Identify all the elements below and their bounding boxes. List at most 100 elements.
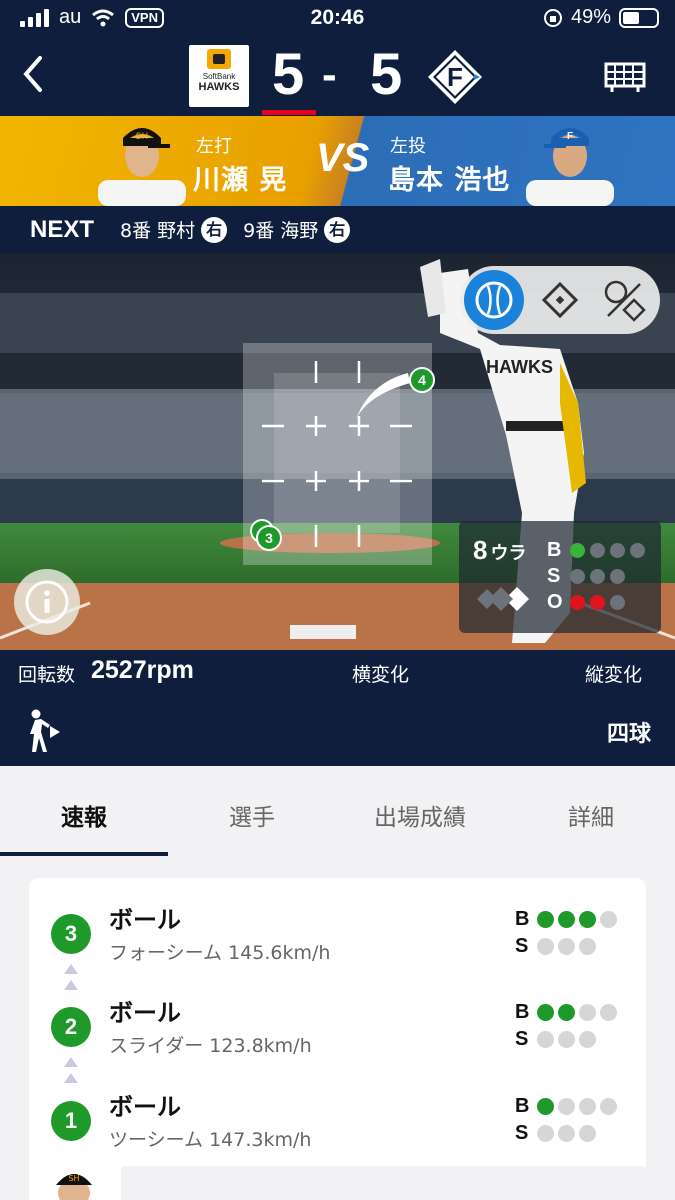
strike-dot (579, 1031, 596, 1048)
ball-dot (558, 911, 575, 928)
next-batter-2-name: 9番 海野 (243, 220, 319, 242)
vertical-break-label: 縦変化 (585, 664, 643, 686)
strike-count: S (547, 565, 625, 588)
inning-indicator: 8 ウラ (473, 535, 526, 566)
svg-text:HAWKS: HAWKS (486, 357, 553, 377)
scoreboard-icon[interactable] (604, 58, 646, 94)
ball-dot (579, 1004, 596, 1021)
strike-dot (537, 1125, 554, 1142)
ball-dot-2 (590, 543, 605, 558)
ball-dot (600, 1098, 617, 1115)
ball-dot (600, 911, 617, 928)
pitch-view: HAWKS 4 3 8 ウラ B S O (0, 253, 675, 650)
pitch-item[interactable]: 2 ボール スライダー 123.8km/h B S (29, 991, 646, 1071)
pitch-detail: フォーシーム 145.6km/h (109, 942, 331, 964)
next-label: NEXT (30, 215, 95, 243)
pitcher-photo[interactable]: F (526, 120, 614, 206)
active-tab-indicator (0, 852, 168, 856)
strike-dot (558, 938, 575, 955)
pitch-item[interactable]: 3 ボール フォーシーム 145.6km/h B S (29, 898, 646, 978)
orientation-lock-icon (543, 8, 562, 27)
bases-diamond-icon (477, 587, 529, 611)
view-toggle (460, 266, 660, 334)
ball-dot-3 (610, 543, 625, 558)
next-batter-2-hand: 右 (324, 216, 351, 243)
pitch-number: 3 (51, 914, 91, 954)
sequence-arrow-icon (64, 1057, 78, 1083)
batter-hand: 左打 (196, 136, 232, 157)
player-avatar[interactable]: SH (48, 1163, 100, 1200)
strike-dot (558, 1031, 575, 1048)
away-team-logo[interactable]: F (426, 48, 484, 106)
home-logo-small-text: SoftBank (202, 72, 236, 81)
strike-label: S (515, 1122, 529, 1144)
batting-team-indicator (262, 110, 316, 115)
score-header: SoftBank HAWKS 5 - 5 F (0, 38, 675, 116)
pitch-result: ボール (109, 906, 181, 934)
next-batter-2[interactable]: 9番 海野 右 (243, 216, 351, 243)
view-field-button[interactable] (530, 270, 590, 330)
hawks-mark-icon (207, 49, 231, 69)
pitch-marker-3-label: 3 (265, 530, 273, 546)
ball-dot (537, 911, 554, 928)
chevron-left-icon[interactable] (18, 54, 48, 94)
battery-percent: 49% (570, 6, 611, 28)
batter-name[interactable]: 川瀬 晃 (193, 158, 287, 197)
ball-dot-4 (630, 543, 645, 558)
pitcher-hand: 左投 (390, 136, 426, 157)
pitch-count: B S (515, 999, 617, 1053)
ball-dot (579, 1098, 596, 1115)
pitch-item[interactable]: 1 ボール ツーシーム 147.3km/h B S (29, 1085, 646, 1165)
pitch-count: B S (515, 906, 617, 960)
ball-dot (537, 1098, 554, 1115)
info-button[interactable] (14, 569, 80, 635)
ball-dot-1 (570, 543, 585, 558)
horizontal-break-label: 横変化 (352, 664, 410, 686)
view-pitch-button[interactable] (464, 270, 524, 330)
spin-rate-label: 回転数 (18, 664, 76, 686)
pitch-marker-4[interactable]: 4 (407, 365, 437, 395)
pitch-detail: ツーシーム 147.3km/h (109, 1129, 312, 1151)
at-bat-result: 四球 (607, 722, 652, 747)
tab-stats[interactable]: 出場成績 (336, 766, 504, 856)
battery-icon (619, 7, 659, 28)
out-dot-2 (590, 595, 605, 610)
pitch-result: ボール (109, 999, 181, 1027)
away-score: 5 (370, 42, 403, 107)
tab-details[interactable]: 詳細 (507, 766, 675, 856)
next-batters-bar: NEXT 8番 野村 右 9番 海野 右 (0, 206, 675, 253)
away-logo-text: F (447, 62, 463, 92)
pitch-result: ボール (109, 1093, 181, 1121)
pitch-info-bar: 回転数 2527rpm 横変化 縦変化 四球 (0, 650, 675, 766)
next-batter-1-name: 8番 野村 (120, 220, 196, 242)
svg-text:SH: SH (68, 1174, 79, 1183)
ball-label: B (547, 539, 562, 561)
home-logo-big-text: HAWKS (198, 81, 240, 93)
strike-dot-2 (590, 569, 605, 584)
ball-dot (579, 911, 596, 928)
vs-label: VS (316, 136, 370, 180)
info-icon (25, 580, 69, 624)
next-event-card[interactable] (121, 1166, 646, 1200)
svg-text:F: F (567, 131, 573, 142)
pitch-detail: スライダー 123.8km/h (109, 1035, 312, 1057)
batter-photo[interactable]: SH (98, 120, 186, 206)
strike-label: S (515, 935, 529, 957)
strike-dot (537, 938, 554, 955)
pitch-marker-3[interactable]: 3 (248, 517, 288, 557)
strike-label: S (515, 1028, 529, 1050)
tab-live[interactable]: 速報 (0, 766, 168, 856)
next-batter-1[interactable]: 8番 野村 右 (120, 216, 228, 243)
score-separator: - (322, 50, 337, 99)
ball-count: B (547, 539, 645, 562)
inning-half: ウラ (490, 543, 527, 563)
pitcher-name[interactable]: 島本 浩也 (388, 158, 510, 197)
next-batter-1-hand: 右 (201, 216, 228, 243)
home-team-logo[interactable]: SoftBank HAWKS (189, 45, 249, 107)
ball-label: B (515, 908, 530, 930)
tab-players[interactable]: 選手 (168, 766, 336, 856)
strike-dot (579, 1125, 596, 1142)
out-count: O (547, 591, 625, 614)
pitch-marker-4-label: 4 (418, 372, 426, 388)
view-both-button[interactable] (594, 270, 654, 330)
